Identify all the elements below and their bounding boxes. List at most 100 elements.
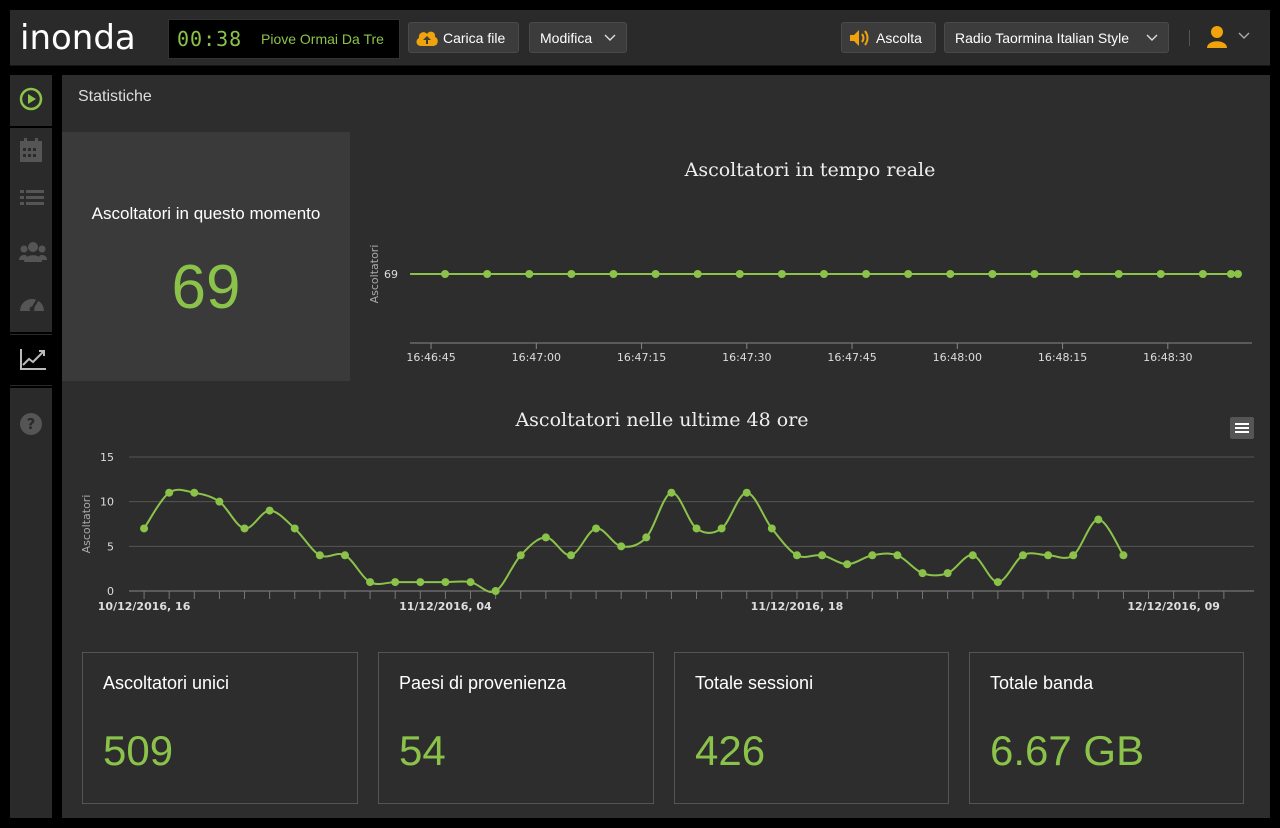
x-tick-label: 16:47:30 (722, 351, 771, 364)
x-tick-label: 16:47:00 (512, 351, 561, 364)
data-point (993, 578, 1002, 587)
data-point (315, 551, 324, 560)
data-point (1156, 270, 1165, 278)
modify-label: Modifica (540, 30, 593, 46)
calendar-icon (20, 138, 42, 162)
y-tick-label: 10 (100, 496, 114, 509)
summary-cards: Ascoltatori unici 509 Paesi di provenien… (62, 631, 1270, 818)
data-point (1044, 551, 1053, 560)
sidebar-item-dashboard[interactable] (10, 279, 52, 331)
listen-button[interactable]: Ascolta (841, 22, 936, 53)
data-point (525, 270, 534, 278)
y-axis-label: Ascoltatori (368, 245, 381, 304)
sidebar-item-help[interactable]: ? (10, 400, 52, 452)
data-point (1094, 515, 1103, 524)
y-tick-label: 15 (100, 451, 114, 464)
sidebar-divider (10, 332, 52, 334)
sidebar-item-schedule[interactable] (10, 125, 52, 177)
page-title: Statistiche (78, 88, 152, 105)
sidebar-divider (10, 386, 52, 388)
user-icon[interactable] (1206, 25, 1228, 49)
upload-label: Carica file (443, 30, 506, 46)
list-icon (20, 190, 44, 205)
data-point (366, 578, 375, 587)
y-axis-label: Ascoltatori (80, 495, 93, 554)
data-point (617, 542, 626, 551)
help-icon: ? (20, 413, 42, 435)
card-label: Ascoltatori unici (103, 673, 230, 693)
data-point (819, 270, 828, 278)
x-tick-label: 16:48:00 (933, 351, 982, 364)
menu-line (1235, 427, 1249, 429)
live-listeners-value: 69 (171, 253, 241, 322)
data-point (988, 270, 997, 278)
card-value: 426 (695, 727, 766, 774)
data-point (340, 551, 349, 560)
logo[interactable]: inonda (18, 18, 158, 58)
series-line (143, 488, 1125, 593)
data-point (483, 270, 492, 278)
chart-title: Ascoltatori in tempo reale (684, 159, 936, 181)
data-point (735, 270, 744, 278)
line-chart-icon (20, 349, 46, 370)
sidebar-item-playlists[interactable] (10, 176, 52, 228)
listen-label: Ascolta (876, 30, 922, 46)
y-tick-label: 69 (384, 268, 398, 281)
data-point (943, 569, 952, 578)
x-tick-label: 16:47:45 (827, 351, 876, 364)
chart-title: Ascoltatori nelle ultime 48 ore (514, 409, 808, 431)
chevron-down-icon (604, 34, 616, 41)
history-chart-panel: Ascoltatori nelle ultime 48 ore Ascoltato… (62, 381, 1270, 631)
realtime-chart: Ascoltatori in tempo reale Ascoltatori 69 1… (368, 159, 1252, 364)
data-point (642, 533, 651, 542)
data-point (1018, 551, 1027, 560)
sidebar-item-player[interactable] (10, 75, 52, 127)
realtime-chart-panel: Ascoltatori in tempo reale Ascoltatori 69 1… (350, 132, 1270, 381)
data-point (1114, 270, 1123, 278)
card-value: 509 (103, 727, 174, 774)
data-point (566, 551, 575, 560)
data-point (742, 488, 751, 497)
x-tick-label: 16:47:15 (617, 351, 666, 364)
top-bar: inonda 00:38 Piove Ormai Da Tre Carica f… (10, 10, 1270, 66)
chevron-down-icon (1146, 34, 1158, 41)
data-point (862, 270, 871, 278)
card-total-sessions: Totale sessioni 426 (674, 652, 949, 804)
data-point (190, 488, 199, 497)
data-point (693, 270, 702, 278)
chart-menu-button[interactable] (1230, 417, 1254, 439)
data-point (777, 270, 786, 278)
data-point (968, 551, 977, 560)
card-total-bandwidth: Totale banda 6.67 GB (969, 652, 1244, 804)
user-menu-chevron-icon[interactable] (1238, 32, 1250, 40)
data-point (265, 506, 274, 515)
modify-dropdown-button[interactable]: Modifica (529, 22, 627, 53)
data-point (592, 524, 601, 533)
data-point (667, 488, 676, 497)
sidebar-item-statistics[interactable] (10, 335, 52, 385)
svg-text:?: ? (27, 415, 36, 433)
data-point (717, 524, 726, 533)
card-unique-listeners: Ascoltatori unici 509 (82, 652, 358, 804)
data-point (541, 533, 550, 542)
data-point (215, 497, 224, 506)
card-value: 54 (399, 727, 446, 774)
upload-button[interactable]: Carica file (408, 22, 519, 53)
data-point (767, 524, 776, 533)
x-tick-label: 16:48:15 (1038, 351, 1087, 364)
logo-text: inonda (20, 18, 136, 56)
now-playing-display: 00:38 Piove Ormai Da Tre (168, 19, 400, 59)
data-point (466, 578, 475, 587)
data-point (441, 270, 450, 278)
player-track-title: Piove Ormai Da Tre (261, 31, 384, 47)
sidebar-item-users[interactable] (10, 228, 52, 280)
station-dropdown-button[interactable]: Radio Taormina Italian Style (944, 22, 1169, 53)
history-chart: Ascoltatori nelle ultime 48 ore Ascoltato… (80, 409, 1254, 613)
data-point (391, 578, 400, 587)
users-icon (19, 242, 47, 262)
data-point (792, 551, 801, 560)
data-point (516, 551, 525, 560)
data-point (609, 270, 618, 278)
data-point (491, 587, 500, 595)
data-point (165, 488, 174, 497)
